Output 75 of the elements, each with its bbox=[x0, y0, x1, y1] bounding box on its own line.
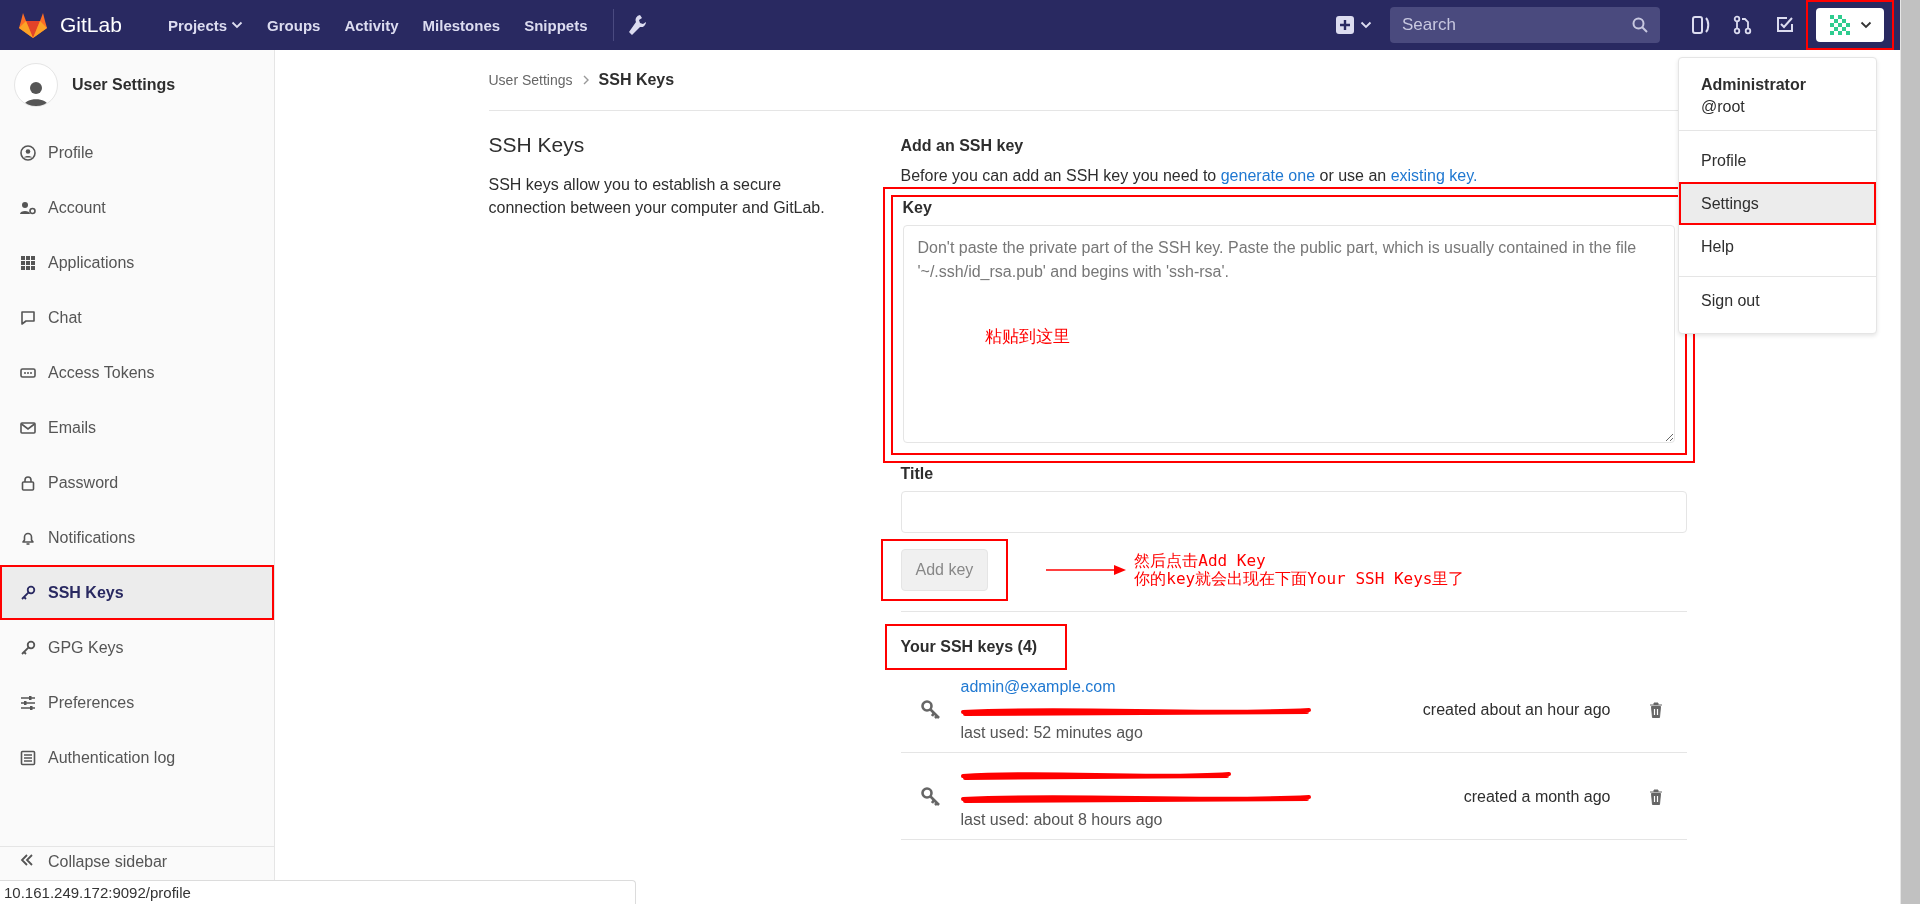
breadcrumb-link[interactable]: SSH Keys bbox=[598, 71, 675, 89]
scrollbar[interactable] bbox=[1900, 0, 1920, 904]
last-used-text: last used: about 8 hours ago bbox=[960, 811, 1164, 829]
menu-item[interactable]: Settings bbox=[1679, 182, 1876, 225]
chevron-right-icon bbox=[582, 75, 589, 85]
menu-item[interactable]: Profile bbox=[1679, 139, 1876, 182]
section-heading: Your SSH keys (4) bbox=[900, 638, 1038, 656]
url-tooltip: 10.161.249.172:9092/profile bbox=[0, 880, 636, 904]
new-item-menu[interactable] bbox=[1336, 16, 1372, 34]
trash-icon[interactable] bbox=[1648, 702, 1663, 718]
brand-name[interactable]: GitLab bbox=[60, 13, 122, 37]
title-input-field[interactable] bbox=[900, 491, 1687, 533]
nav-link[interactable]: Activity bbox=[332, 10, 411, 40]
sidebar-item[interactable]: Profile bbox=[0, 125, 274, 180]
sidebar-item[interactable]: Emails bbox=[0, 400, 274, 455]
issues-icon[interactable] bbox=[1691, 15, 1711, 35]
annotation-note: 粘贴到这里 bbox=[984, 325, 1070, 348]
nav-link[interactable]: Snippets bbox=[512, 10, 600, 40]
person-silhouette-icon bbox=[24, 80, 48, 106]
user-circle-icon bbox=[20, 144, 36, 161]
sliders-icon bbox=[20, 694, 36, 711]
envelope-icon bbox=[20, 419, 36, 436]
username: @root bbox=[1701, 98, 1746, 116]
nav-link[interactable]: Groups bbox=[255, 10, 333, 40]
chevron-down-icon bbox=[1860, 21, 1872, 29]
grid-icon bbox=[20, 254, 36, 271]
menu-item[interactable]: Sign out bbox=[1679, 276, 1876, 325]
nav-link[interactable]: Projects bbox=[155, 10, 256, 40]
speech-bubble-icon bbox=[20, 309, 36, 326]
user-gear-icon bbox=[20, 199, 36, 216]
double-chevron-left-icon bbox=[20, 853, 34, 867]
chevron-down-icon bbox=[231, 21, 244, 29]
trash-icon[interactable] bbox=[1648, 789, 1663, 805]
key-icon bbox=[20, 584, 36, 601]
lock-icon bbox=[20, 474, 36, 491]
field-label: Key bbox=[902, 199, 933, 217]
sidebar-item[interactable]: Applications bbox=[0, 235, 274, 290]
form-heading: Add an SSH key bbox=[900, 137, 1025, 155]
field-label: Title bbox=[900, 465, 935, 483]
fox-logo-icon[interactable] bbox=[18, 11, 48, 39]
sidebar-item[interactable]: Access Tokens bbox=[0, 345, 274, 400]
sidebar-item[interactable]: Chat bbox=[0, 290, 274, 345]
last-used-text: last used: 52 minutes ago bbox=[960, 724, 1144, 742]
created-time: created about an hour ago bbox=[1422, 701, 1611, 719]
key-icon bbox=[920, 700, 941, 720]
sidebar-item[interactable]: SSH Keys bbox=[0, 565, 274, 620]
sidebar-item[interactable]: Preferences bbox=[0, 675, 274, 730]
sidebar-item[interactable]: Notifications bbox=[0, 510, 274, 565]
sidebar-title: User Settings bbox=[72, 76, 176, 94]
help-link[interactable]: existing key. bbox=[1390, 167, 1478, 184]
breadcrumb-link[interactable]: User Settings bbox=[488, 72, 573, 88]
key-icon bbox=[920, 787, 941, 807]
sidebar-item[interactable]: Authentication log bbox=[0, 730, 274, 785]
section-description: SSH keys allow you to establish a secure connection between your computer and GitLab. bbox=[488, 175, 826, 219]
avatar-icon bbox=[1828, 13, 1852, 37]
key-icon bbox=[20, 639, 36, 656]
nav-link[interactable]: Milestones bbox=[410, 10, 513, 40]
menu-item[interactable]: Help bbox=[1679, 225, 1876, 268]
section-title: SSH Keys bbox=[488, 133, 586, 157]
key-title-link[interactable]: admin@example.com bbox=[960, 678, 1116, 695]
sidebar-item[interactable]: Password bbox=[0, 455, 274, 510]
annotation-note: 然后点击Add Key 你的key就会出现在下面Your SSH Keys里了 bbox=[1134, 552, 1465, 588]
merge-request-icon[interactable] bbox=[1733, 15, 1753, 35]
search-field[interactable]: Search bbox=[1390, 7, 1660, 43]
user-name: Administrator bbox=[1701, 76, 1807, 94]
plus-square-icon bbox=[1336, 16, 1354, 34]
list-icon bbox=[20, 749, 36, 766]
wrench-icon[interactable] bbox=[628, 14, 647, 36]
help-link[interactable]: generate one bbox=[1220, 167, 1316, 184]
search-icon bbox=[1632, 17, 1648, 33]
chevron-down-icon bbox=[1360, 21, 1372, 29]
sidebar-item[interactable]: GPG Keys bbox=[0, 620, 274, 675]
checkbox-icon[interactable] bbox=[1775, 15, 1795, 35]
created-time: created a month ago bbox=[1463, 788, 1611, 806]
sidebar-item[interactable]: Account bbox=[0, 180, 274, 235]
